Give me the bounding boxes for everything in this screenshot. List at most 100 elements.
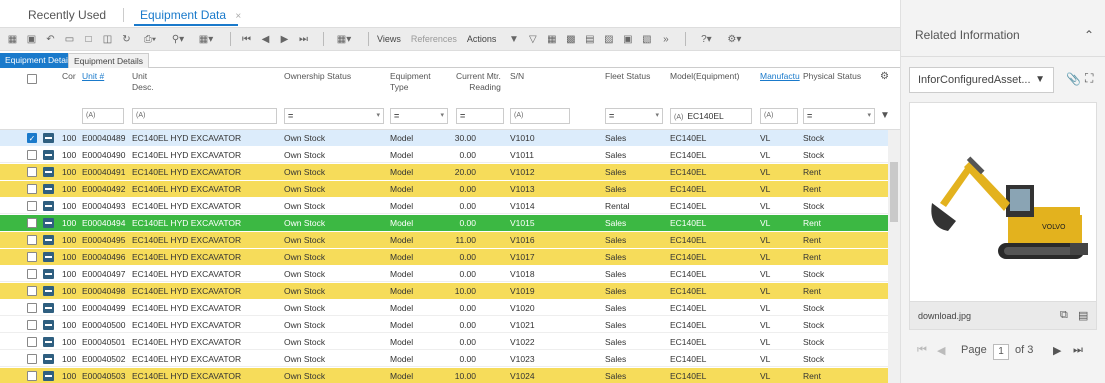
row-checkbox[interactable] <box>27 320 37 330</box>
table-row[interactable]: 100 E00040497 EC140EL HYD EXCAVATOR Own Sto… <box>0 266 888 282</box>
table-row[interactable]: 100 E00040500 EC140EL HYD EXCAVATOR Own Sto… <box>0 317 888 333</box>
first-page-icon[interactable]: ⏮ <box>917 344 927 357</box>
table-row[interactable]: 100 E00040491 EC140EL HYD EXCAVATOR Own Sto… <box>0 164 888 180</box>
tab-equipment-details-record[interactable]: Equipment Details <box>68 53 149 68</box>
filter-unit-desc[interactable]: (A) <box>132 108 277 124</box>
select-all-checkbox[interactable] <box>27 74 37 84</box>
row-checkbox[interactable] <box>27 184 37 194</box>
table-row[interactable]: 100 E00040494 EC140EL HYD EXCAVATOR Own Sto… <box>0 215 888 231</box>
filter-icon[interactable]: ▼ <box>506 32 521 47</box>
help-icon[interactable]: ?▾ <box>694 32 718 47</box>
export-icon[interactable]: ▣ <box>620 32 635 47</box>
scrollbar-thumb[interactable] <box>890 162 898 222</box>
copy-icon[interactable]: ▭ <box>62 32 77 47</box>
row-checkbox[interactable] <box>27 371 37 381</box>
table-row[interactable]: 100 E00040499 EC140EL HYD EXCAVATOR Own Sto… <box>0 300 888 316</box>
table-row[interactable]: 100 E00040502 EC140EL HYD EXCAVATOR Own Sto… <box>0 351 888 367</box>
table-row[interactable]: 100 E00040495 EC140EL HYD EXCAVATOR Own Sto… <box>0 232 888 248</box>
filter-manufacturer[interactable]: (A) <box>760 108 798 124</box>
row-detail-icon[interactable] <box>43 354 54 364</box>
comment-icon[interactable]: ▤ <box>1078 309 1088 322</box>
search-icon[interactable]: ⚲▾ <box>166 32 190 47</box>
row-detail-icon[interactable] <box>43 269 54 279</box>
report-icon[interactable]: ▤ <box>582 32 597 47</box>
row-checkbox[interactable] <box>27 201 37 211</box>
col-header-sn[interactable]: S/N <box>510 71 524 82</box>
row-detail-icon[interactable] <box>43 133 54 143</box>
related-info-select[interactable]: InforConfiguredAsset... ▼ <box>909 67 1054 93</box>
grid-scrollbar[interactable] <box>888 130 900 383</box>
row-checkbox[interactable] <box>27 337 37 347</box>
page-input[interactable]: 1 <box>993 344 1009 360</box>
table-row[interactable]: 100 E00040501 EC140EL HYD EXCAVATOR Own Sto… <box>0 334 888 350</box>
col-header-unit-desc[interactable]: Unit Desc. <box>132 71 154 93</box>
filter-model[interactable]: (A) EC140EL <box>670 108 752 124</box>
row-detail-icon[interactable] <box>43 235 54 245</box>
grid-icon[interactable]: ▦ <box>544 32 559 47</box>
next-page-icon[interactable]: ▶ <box>1053 344 1061 357</box>
col-header-physical-status[interactable]: Physical Status <box>803 71 861 82</box>
attach-icon[interactable]: ▧ <box>639 32 654 47</box>
col-header-equipment-type[interactable]: Equipment Type <box>390 71 431 93</box>
tab-recently-used[interactable]: Recently Used <box>28 8 106 22</box>
col-header-unit[interactable]: Unit # <box>82 71 104 82</box>
last-record-icon[interactable]: ⏭ <box>296 32 311 47</box>
undo-icon[interactable]: ↶ <box>43 32 58 47</box>
row-checkbox[interactable] <box>27 269 37 279</box>
filter-sn[interactable]: (A) <box>510 108 570 124</box>
row-detail-icon[interactable] <box>43 184 54 194</box>
chart-icon[interactable]: ▩ <box>563 32 578 47</box>
open-external-icon[interactable]: ⧉ <box>1060 309 1068 322</box>
collapse-icon[interactable]: ⌃ <box>1084 28 1094 42</box>
row-checkbox[interactable] <box>27 150 37 160</box>
col-header-reading[interactable]: Current Mtr. Reading <box>456 71 501 93</box>
calendar-icon[interactable]: ▦▾ <box>332 32 356 47</box>
row-checkbox[interactable] <box>27 303 37 313</box>
filter-physical-status[interactable]: = ▾ <box>803 108 875 124</box>
last-page-icon[interactable]: ⏭ <box>1073 344 1083 357</box>
new-record-icon[interactable]: ▦ <box>5 32 20 47</box>
row-detail-icon[interactable] <box>43 371 54 381</box>
table-row[interactable]: 100 E00040493 EC140EL HYD EXCAVATOR Own Sto… <box>0 198 888 214</box>
first-record-icon[interactable]: ⏮ <box>239 32 254 47</box>
prev-record-icon[interactable]: ◀ <box>258 32 273 47</box>
delete-icon[interactable]: ◫ <box>100 32 115 47</box>
settings-icon[interactable]: ⚙▾ <box>722 32 746 47</box>
row-detail-icon[interactable] <box>43 320 54 330</box>
table-row[interactable]: 100 E00040496 EC140EL HYD EXCAVATOR Own Sto… <box>0 249 888 265</box>
filter-fleet-status[interactable]: = ▾ <box>605 108 663 124</box>
row-detail-icon[interactable] <box>43 167 54 177</box>
table-row[interactable]: 100 E00040492 EC140EL HYD EXCAVATOR Own Sto… <box>0 181 888 197</box>
row-detail-icon[interactable] <box>43 150 54 160</box>
row-checkbox[interactable] <box>27 235 37 245</box>
row-checkbox[interactable] <box>27 167 37 177</box>
clear-filter-icon[interactable]: ▽ <box>525 32 540 47</box>
print-icon[interactable]: ⎙▾ <box>138 32 162 47</box>
row-detail-icon[interactable] <box>43 201 54 211</box>
tree-icon[interactable]: ▨ <box>601 32 616 47</box>
row-checkbox[interactable] <box>27 252 37 262</box>
row-detail-icon[interactable] <box>43 303 54 313</box>
more-icon[interactable]: » <box>658 32 673 47</box>
row-checkbox[interactable] <box>27 286 37 296</box>
filter-reading[interactable]: = <box>456 108 504 124</box>
row-checkbox[interactable]: ✓ <box>27 133 37 143</box>
col-header-cor[interactable]: Cor <box>62 71 76 82</box>
table-row[interactable]: 100 E00040490 EC140EL HYD EXCAVATOR Own Sto… <box>0 147 888 163</box>
next-record-icon[interactable]: ▶ <box>277 32 292 47</box>
actions-menu[interactable]: Actions <box>467 34 497 44</box>
prev-page-icon[interactable]: ◀ <box>937 344 945 357</box>
close-icon[interactable]: × <box>235 11 241 22</box>
col-header-manufacturer[interactable]: Manufactu <box>760 71 800 82</box>
row-checkbox[interactable] <box>27 218 37 228</box>
filter-ownership[interactable]: = ▾ <box>284 108 384 124</box>
col-header-fleet-status[interactable]: Fleet Status <box>605 71 650 82</box>
table-row[interactable]: 100 E00040503 EC140EL HYD EXCAVATOR Own Sto… <box>0 368 888 383</box>
column-settings-icon[interactable]: ⚙ <box>880 71 889 82</box>
row-detail-icon[interactable] <box>43 252 54 262</box>
col-header-model[interactable]: Model(Equipment) <box>670 71 739 82</box>
layout-icon[interactable]: ▦▾ <box>194 32 218 47</box>
expand-icon[interactable]: ⛶ <box>1085 71 1093 86</box>
filter-equipment-type[interactable]: = ▾ <box>390 108 448 124</box>
row-detail-icon[interactable] <box>43 218 54 228</box>
